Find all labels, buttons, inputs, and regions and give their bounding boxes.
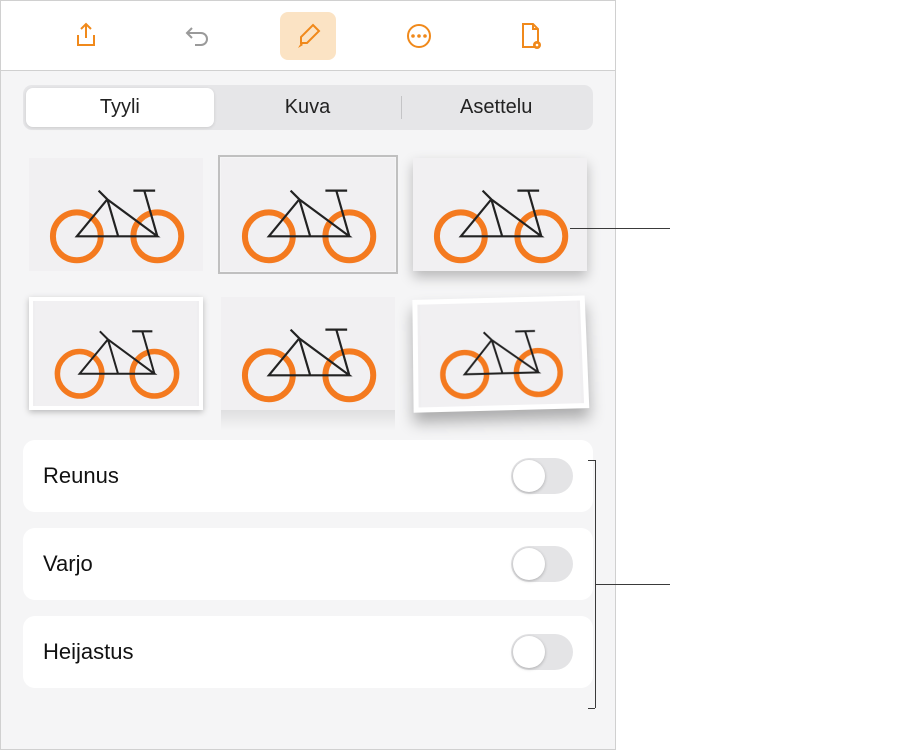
tab-layout[interactable]: Asettelu	[402, 88, 590, 127]
undo-button[interactable]	[169, 12, 225, 60]
toolbar	[1, 1, 615, 71]
shadow-toggle[interactable]	[511, 546, 573, 582]
tab-label: Kuva	[285, 96, 331, 118]
document-view-button[interactable]	[502, 12, 558, 60]
callout-line	[570, 228, 670, 229]
format-brush-button[interactable]	[280, 12, 336, 60]
tab-label: Asettelu	[460, 96, 532, 118]
style-preset-1[interactable]	[29, 158, 203, 271]
option-label: Reunus	[43, 463, 119, 489]
tab-label: Tyyli	[100, 96, 140, 118]
style-preset-2[interactable]	[221, 158, 395, 271]
tab-style[interactable]: Tyyli	[26, 88, 214, 127]
option-shadow[interactable]: Varjo	[23, 528, 593, 600]
more-button[interactable]	[391, 12, 447, 60]
callout-tick	[588, 460, 595, 461]
option-label: Heijastus	[43, 639, 133, 665]
callout-tick	[588, 708, 595, 709]
style-preset-3[interactable]	[413, 158, 587, 271]
style-options-list: Reunus Varjo Heijastus	[23, 440, 593, 688]
style-preset-4[interactable]	[29, 297, 203, 410]
format-panel: Tyyli Kuva Asettelu	[0, 0, 616, 750]
reflection-toggle[interactable]	[511, 634, 573, 670]
callout-bracket	[595, 460, 596, 708]
border-toggle[interactable]	[511, 458, 573, 494]
option-reflection[interactable]: Heijastus	[23, 616, 593, 688]
style-preset-6[interactable]	[413, 297, 587, 410]
format-content: Tyyli Kuva Asettelu	[1, 71, 615, 749]
option-label: Varjo	[43, 551, 93, 577]
tab-bar: Tyyli Kuva Asettelu	[23, 85, 593, 130]
callout-line	[595, 584, 670, 585]
style-preset-grid	[23, 148, 593, 434]
share-button[interactable]	[58, 12, 114, 60]
option-border[interactable]: Reunus	[23, 440, 593, 512]
style-preset-5[interactable]	[221, 297, 395, 410]
tab-image[interactable]: Kuva	[214, 88, 402, 127]
